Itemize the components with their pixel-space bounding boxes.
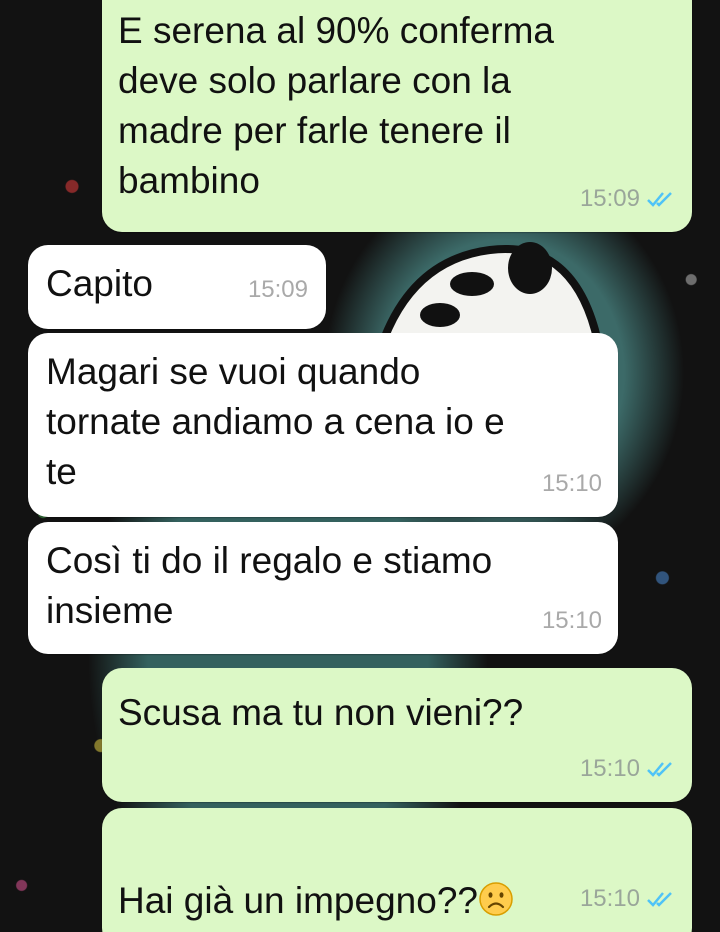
message-bubble-incoming[interactable]: Capito 15:09 <box>28 245 326 329</box>
message-meta: 15:10 <box>580 744 676 794</box>
message-text: Così ti do il regalo e stiamo insieme <box>46 540 493 631</box>
frowning-face-icon <box>479 882 513 916</box>
message-meta: 15:09 <box>580 174 676 224</box>
double-check-read-icon <box>647 762 672 777</box>
message-time: 15:09 <box>579 185 640 212</box>
message-time: 15:09 <box>247 276 308 303</box>
message-bubble-outgoing[interactable]: Hai già un impegno?? 15:10 <box>102 808 692 932</box>
message-time: 15:10 <box>541 607 602 634</box>
message-text: Magari se vuoi quando tornate andiamo a … <box>46 351 505 492</box>
message-bubble-incoming[interactable]: Così ti do il regalo e stiamo insieme 15… <box>28 522 618 654</box>
message-text: Hai già un impegno?? <box>118 880 478 921</box>
message-bubble-outgoing[interactable]: Scusa ma tu non vieni?? 15:10 <box>102 668 692 802</box>
message-time: 15:10 <box>579 755 640 782</box>
message-time: 15:10 <box>541 470 602 497</box>
message-meta: 15:10 <box>542 596 602 646</box>
double-check-read-icon <box>647 892 672 907</box>
message-bubble-outgoing[interactable]: E serena al 90% conferma deve solo parla… <box>102 0 692 232</box>
message-meta: 15:10 <box>542 459 602 509</box>
message-bubble-incoming[interactable]: Magari se vuoi quando tornate andiamo a … <box>28 333 618 517</box>
double-check-read-icon <box>647 192 672 207</box>
message-text: Scusa ma tu non vieni?? <box>118 692 524 733</box>
message-time: 15:10 <box>579 885 640 912</box>
message-meta: 15:10 <box>580 874 676 924</box>
message-meta: 15:09 <box>248 265 308 315</box>
